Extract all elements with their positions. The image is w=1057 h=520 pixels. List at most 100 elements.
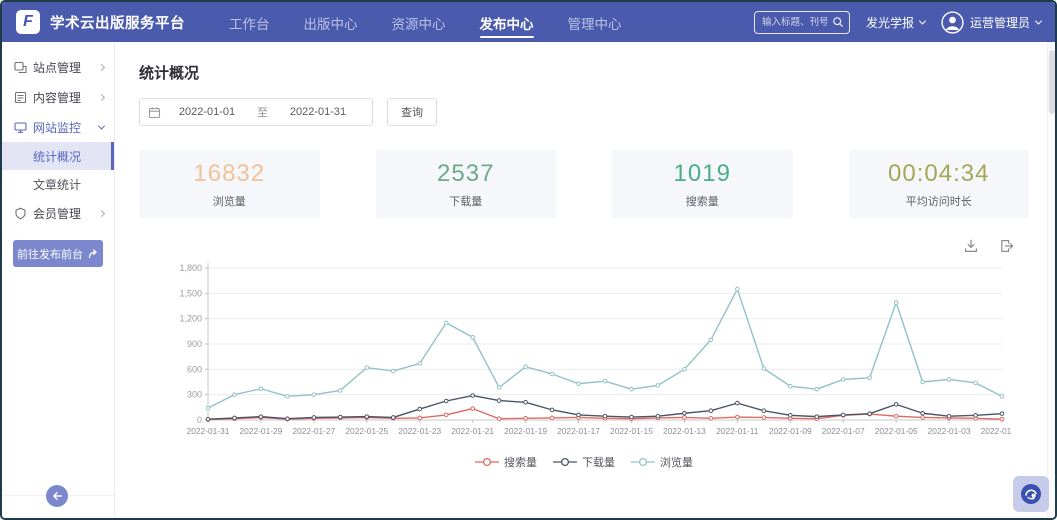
line-chart: 03006009001,2001,5001,8002022-01-312022-…: [156, 258, 1012, 444]
svg-text:2022-01-17: 2022-01-17: [557, 426, 600, 436]
go-to-frontend-button[interactable]: 前往发布前台: [13, 240, 103, 267]
sidebar: 站点管理 内容管理 网站监控 统计概况 文章统计: [2, 42, 115, 518]
chart-toolbar: [139, 238, 1029, 254]
nav-item-publishing-center[interactable]: 出版中心: [302, 2, 360, 42]
stat-value: 1019: [674, 160, 731, 188]
logo-letter: F: [23, 13, 33, 31]
legend-item[interactable]: 搜索量: [475, 454, 537, 470]
stat-card-avg-duration: 00:04:34 平均访问时长: [849, 150, 1030, 218]
top-nav: 工作台 出版中心 资源中心 发布中心 管理中心: [227, 2, 624, 42]
date-to-value[interactable]: 2022-01-31: [272, 106, 364, 118]
stat-label: 平均访问时长: [906, 193, 972, 209]
legend-item[interactable]: 下载量: [553, 454, 615, 470]
svg-text:1,500: 1,500: [179, 288, 202, 298]
statistics-chart: 03006009001,2001,5001,8002022-01-312022-…: [139, 258, 1029, 470]
sidebar-subitem-label: 统计概况: [33, 148, 81, 165]
stat-label: 搜索量: [686, 193, 719, 209]
stat-value: 2537: [437, 160, 494, 188]
avatar: [941, 11, 964, 34]
top-bar: F 学术云出版服务平台 工作台 出版中心 资源中心 发布中心 管理中心 发光学报: [2, 2, 1055, 42]
date-from-value[interactable]: 2022-01-01: [161, 106, 253, 118]
export-icon[interactable]: [999, 238, 1015, 254]
page-title: 统计概况: [139, 62, 1029, 83]
calendar-icon: [148, 106, 161, 119]
nav-item-workbench[interactable]: 工作台: [227, 2, 272, 42]
chart-legend: 搜索量 下载量 浏览量: [475, 454, 693, 470]
chevron-right-icon: [98, 209, 105, 216]
svg-text:2022-01-31: 2022-01-31: [187, 426, 230, 436]
svg-text:2022-01-29: 2022-01-29: [240, 426, 283, 436]
customer-service-button[interactable]: [1013, 476, 1049, 512]
sidebar-item-content-management[interactable]: 内容管理: [2, 82, 114, 112]
legend-marker-icon: [475, 457, 499, 467]
svg-text:0: 0: [197, 415, 202, 425]
user-name: 运营管理员: [970, 14, 1030, 31]
svg-text:2022-01-27: 2022-01-27: [292, 426, 335, 436]
stat-cards: 16832 浏览量 2537 下载量 1019 搜索量 00:04:34 平均访…: [139, 150, 1029, 218]
legend-item[interactable]: 浏览量: [631, 454, 693, 470]
sidebar-item-site-monitoring[interactable]: 网站监控: [2, 112, 114, 142]
query-button[interactable]: 查询: [387, 98, 437, 126]
svg-text:2022-01-11: 2022-01-11: [716, 426, 759, 436]
svg-text:1,800: 1,800: [179, 263, 202, 273]
monitor-icon: [14, 121, 27, 134]
sites-icon: [14, 61, 27, 74]
user-menu[interactable]: 运营管理员: [941, 11, 1041, 34]
sidebar-item-label: 内容管理: [33, 89, 81, 106]
legend-label: 搜索量: [504, 454, 537, 470]
stat-card-downloads: 2537 下载量: [376, 150, 557, 218]
svg-text:2022-01-23: 2022-01-23: [398, 426, 441, 436]
stat-label: 浏览量: [213, 193, 246, 209]
brand-logo: F: [16, 10, 40, 34]
sidebar-subitem-statistics-overview[interactable]: 统计概况: [2, 142, 114, 170]
topbar-right: 发光学报 运营管理员: [754, 11, 1041, 34]
legend-label: 浏览量: [660, 454, 693, 470]
arrow-left-icon: [52, 491, 63, 501]
download-icon[interactable]: [963, 238, 979, 254]
go-to-frontend-label: 前往发布前台: [17, 246, 83, 262]
nav-item-resource-center[interactable]: 资源中心: [390, 2, 448, 42]
chevron-right-icon: [98, 63, 105, 70]
svg-text:2022-01-13: 2022-01-13: [663, 426, 706, 436]
nav-item-release-center[interactable]: 发布中心: [478, 2, 536, 42]
svg-text:2022-01-05: 2022-01-05: [875, 426, 918, 436]
legend-label: 下载量: [582, 454, 615, 470]
nav-item-admin-center[interactable]: 管理中心: [566, 2, 624, 42]
date-separator: 至: [253, 104, 272, 120]
svg-text:600: 600: [187, 364, 202, 374]
svg-text:300: 300: [187, 390, 202, 400]
main-content: 统计概况 2022-01-01 至 2022-01-31 查询 16832 浏览…: [115, 42, 1055, 518]
app-window: F 学术云出版服务平台 工作台 出版中心 资源中心 发布中心 管理中心 发光学报: [0, 0, 1057, 520]
svg-text:2022-01-01: 2022-01-01: [981, 426, 1012, 436]
share-arrow-icon: [88, 249, 99, 259]
stat-card-searches: 1019 搜索量: [612, 150, 793, 218]
filter-row: 2022-01-01 至 2022-01-31 查询: [139, 98, 1029, 126]
chevron-down-icon: [1035, 17, 1042, 24]
sidebar-item-member-management[interactable]: 会员管理: [2, 198, 114, 228]
sidebar-subitem-article-statistics[interactable]: 文章统计: [2, 170, 114, 198]
chevron-right-icon: [98, 93, 105, 100]
sidebar-item-label: 会员管理: [33, 205, 81, 222]
sidebar-item-label: 网站监控: [33, 119, 81, 136]
svg-text:900: 900: [187, 339, 202, 349]
scrollbar[interactable]: [1047, 42, 1055, 518]
sidebar-subitem-label: 文章统计: [33, 176, 81, 193]
journal-selector[interactable]: 发光学报: [866, 14, 925, 31]
sidebar-item-label: 站点管理: [33, 59, 81, 76]
svg-text:2022-01-21: 2022-01-21: [451, 426, 494, 436]
scrollbar-thumb[interactable]: [1049, 50, 1055, 114]
search-icon[interactable]: [832, 16, 844, 28]
sidebar-item-site-management[interactable]: 站点管理: [2, 52, 114, 82]
svg-text:2022-01-03: 2022-01-03: [928, 426, 971, 436]
collapse-sidebar-button[interactable]: [46, 485, 68, 507]
legend-marker-icon: [553, 457, 577, 467]
svg-text:2022-01-07: 2022-01-07: [822, 426, 865, 436]
sidebar-footer-divider: [2, 495, 114, 496]
stat-label: 下载量: [449, 193, 482, 209]
customer-service-icon: [1019, 482, 1043, 506]
chevron-down-icon: [98, 122, 105, 129]
stat-value: 00:04:34: [888, 160, 989, 188]
stat-value: 16832: [193, 160, 265, 188]
date-range-picker[interactable]: 2022-01-01 至 2022-01-31: [139, 98, 373, 126]
member-badge-icon: [14, 207, 27, 220]
